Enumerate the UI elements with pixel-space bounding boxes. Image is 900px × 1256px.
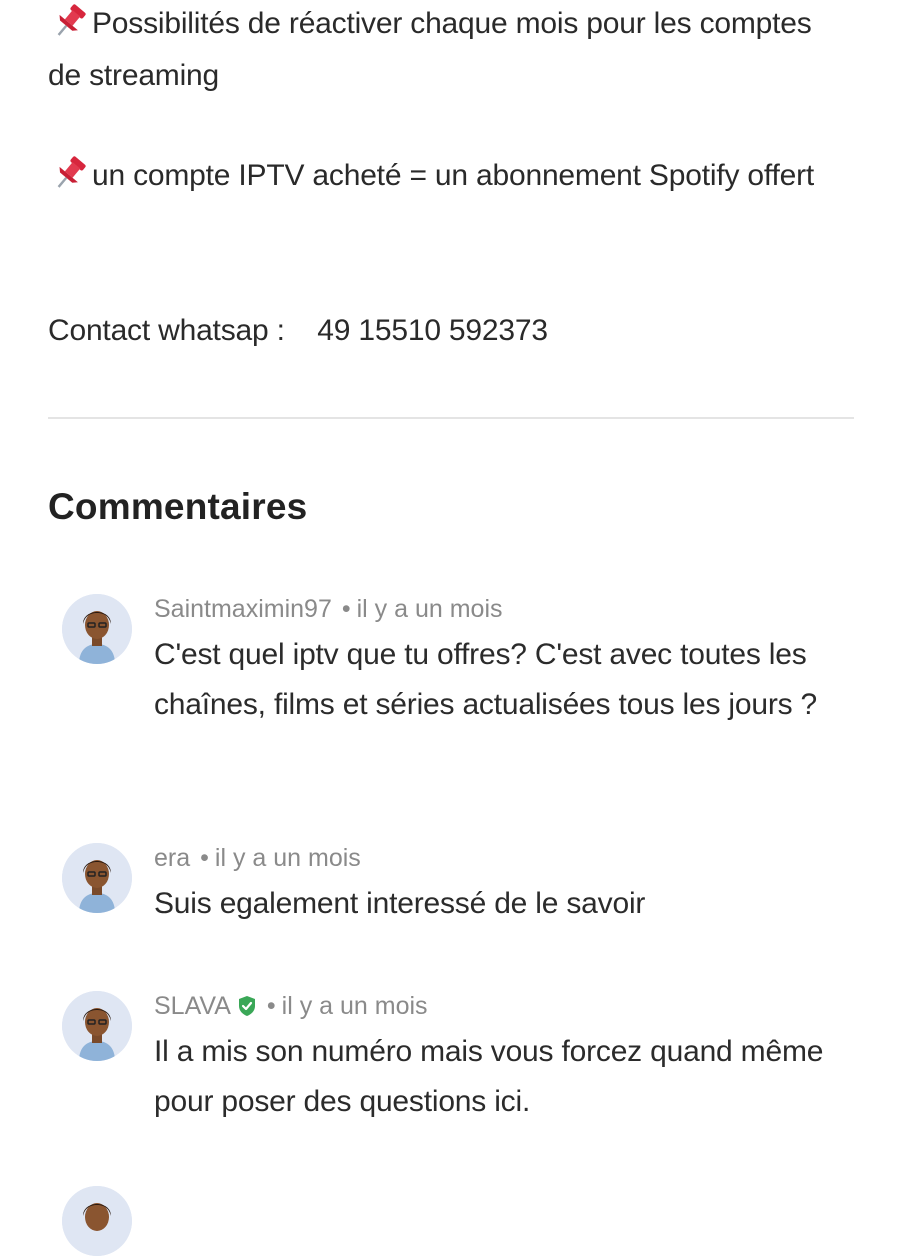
- comment-text: C'est quel iptv que tu offres? C'est ave…: [154, 638, 818, 721]
- pushpin-icon: [48, 155, 92, 191]
- post-paragraph-contact: Contact whatsap : 49 15510 592373: [48, 314, 548, 347]
- post-paragraph-reactivation: Possibilités de réactiver chaque mois po…: [48, 0, 838, 102]
- separator-dot: •: [266, 992, 276, 1020]
- avatar[interactable]: [62, 594, 132, 664]
- comment-timestamp: il y a un mois: [356, 595, 503, 623]
- avatar[interactable]: [62, 991, 132, 1061]
- avatar[interactable]: [62, 843, 132, 913]
- person-avatar-icon: [62, 594, 132, 664]
- comment-text: Il a mis son numéro mais vous forcez qua…: [154, 1035, 824, 1118]
- comment-author[interactable]: SLAVA: [154, 992, 231, 1020]
- verified-shield-icon: [237, 994, 257, 1016]
- comment-author[interactable]: era: [154, 844, 190, 872]
- comment-timestamp: il y a un mois: [214, 844, 361, 872]
- comment-timestamp: il y a un mois: [281, 992, 428, 1020]
- separator-dot: •: [200, 844, 209, 872]
- pushpin-icon: [48, 3, 92, 39]
- post-paragraph-spotify-offer: un compte IPTV acheté = un abonnement Sp…: [48, 150, 838, 202]
- separator-dot: •: [341, 595, 351, 623]
- comments-heading: Commentaires: [48, 486, 308, 527]
- person-avatar-icon: [62, 843, 132, 913]
- section-divider: [48, 417, 854, 419]
- comment-meta: SLAVA • il y a un mois: [154, 991, 428, 1021]
- comment-meta: Saintmaximin97 • il y a un mois: [154, 594, 503, 624]
- comment-text: Suis egalement interessé de le savoir: [154, 887, 646, 920]
- person-avatar-icon: [62, 991, 132, 1061]
- comment-meta: era • il y a un mois: [154, 843, 361, 873]
- comment-author[interactable]: Saintmaximin97: [154, 595, 332, 623]
